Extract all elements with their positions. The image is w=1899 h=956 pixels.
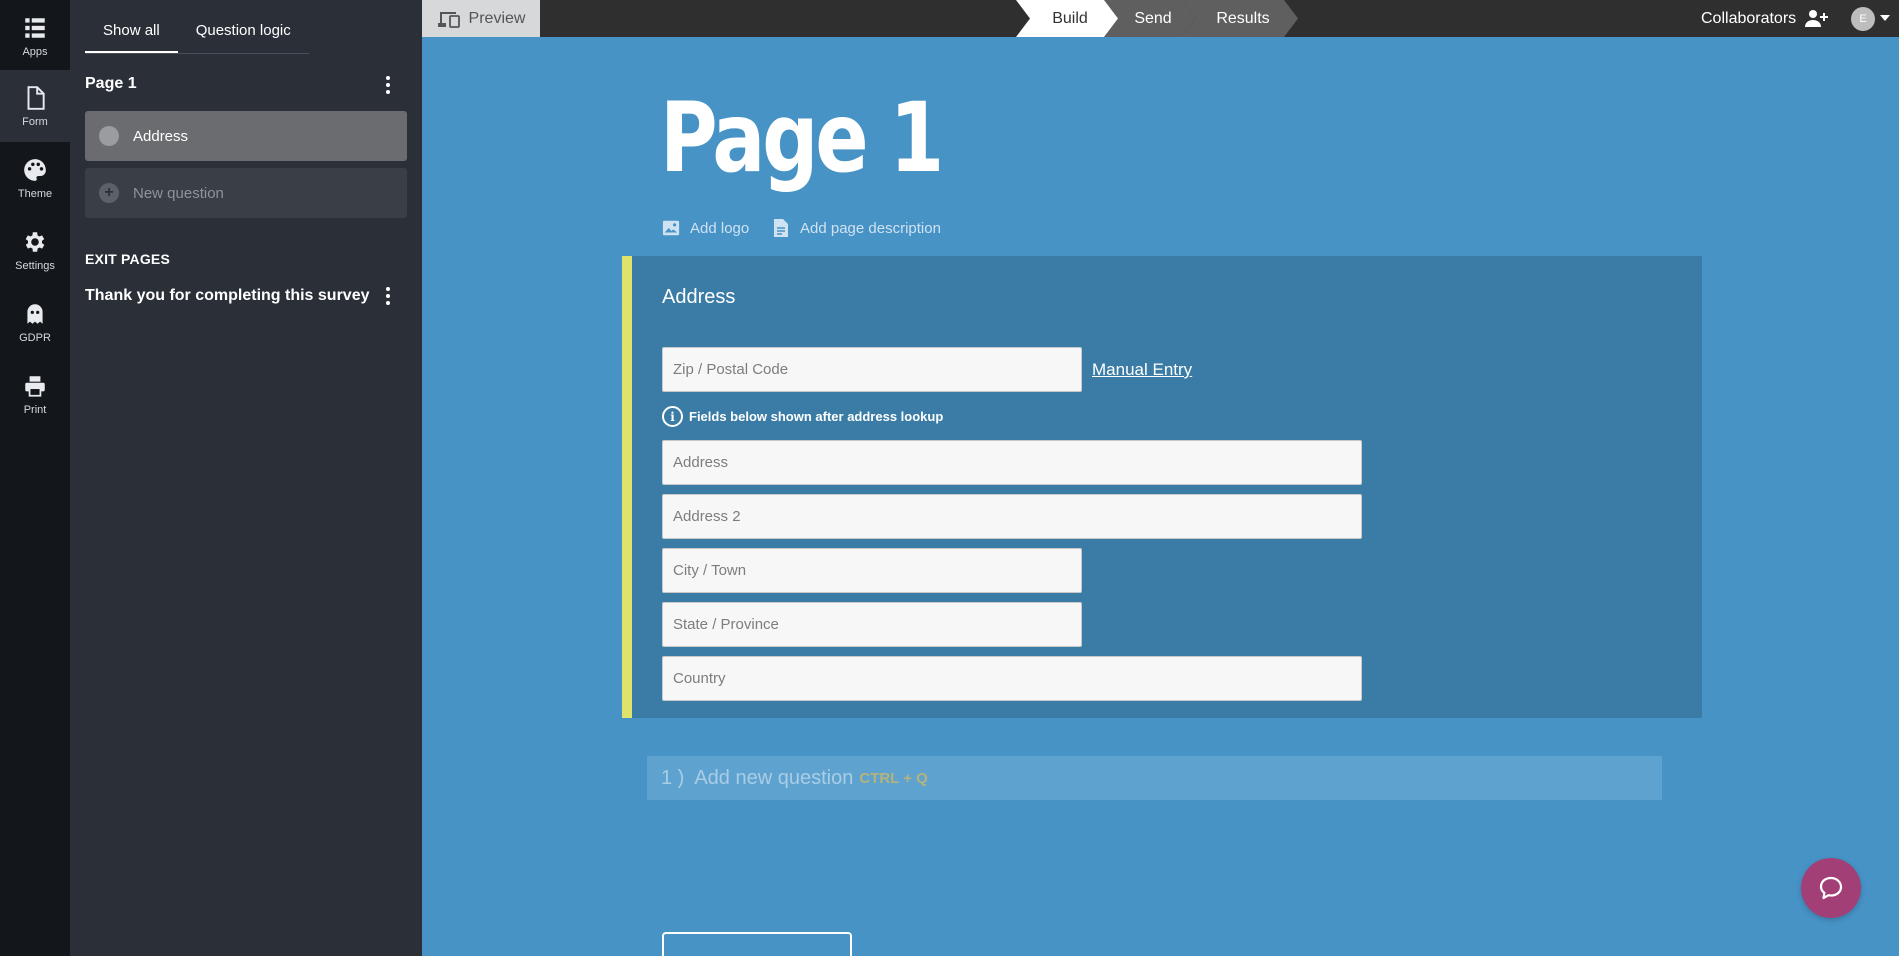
add-new-question-label: Add new question xyxy=(694,766,854,789)
question-card[interactable] xyxy=(622,256,1702,718)
apps-grid-icon xyxy=(25,17,45,38)
new-question-number: 1 ) xyxy=(661,766,685,789)
support-chat-button[interactable] xyxy=(1801,858,1861,918)
zip-field[interactable] xyxy=(662,347,1082,392)
step-results[interactable]: Results xyxy=(1182,0,1298,37)
image-icon xyxy=(662,220,680,236)
rail-apps-label: Apps xyxy=(22,45,48,58)
address2-field[interactable] xyxy=(662,494,1362,539)
collaborators-button[interactable]: Collaborators xyxy=(1701,0,1830,37)
rail-settings-label: Settings xyxy=(15,259,55,272)
add-logo-link[interactable]: Add logo xyxy=(662,218,749,238)
add-logo-label: Add logo xyxy=(690,219,750,237)
chat-bubble-icon xyxy=(1819,876,1843,900)
rail-form-label: Form xyxy=(22,115,48,128)
sidebar-question-label: Address xyxy=(133,127,189,145)
avatar[interactable]: E xyxy=(1851,7,1875,31)
country-field[interactable] xyxy=(662,656,1362,701)
city-field[interactable] xyxy=(662,548,1082,593)
printer-icon xyxy=(25,375,45,397)
lookup-hint: i Fields below shown after address looku… xyxy=(662,406,943,427)
rail-gdpr-label: GDPR xyxy=(19,331,51,344)
manual-entry-link[interactable]: Manual Entry xyxy=(1092,360,1192,380)
tab-show-all[interactable]: Show all xyxy=(85,14,178,53)
exit-page-item[interactable]: Thank you for completing this survey xyxy=(85,287,370,305)
devices-icon xyxy=(437,11,460,28)
question-title[interactable]: Address xyxy=(662,286,735,309)
page-heading[interactable]: Page 1 xyxy=(660,82,944,194)
state-field[interactable] xyxy=(662,602,1082,647)
rail-theme[interactable]: Theme xyxy=(0,142,70,214)
sidebar-question-address[interactable]: Address xyxy=(85,111,407,161)
sidebar-page-title[interactable]: Page 1 xyxy=(85,75,137,93)
collaborators-label: Collaborators xyxy=(1701,9,1797,27)
page-menu-kebab-icon[interactable] xyxy=(378,75,398,95)
top-bar: Preview Results Send Build Collaborators… xyxy=(422,0,1899,37)
tab-question-logic[interactable]: Question logic xyxy=(178,14,309,53)
preview-label: Preview xyxy=(468,9,526,27)
chevron-down-icon[interactable] xyxy=(1880,15,1890,21)
app-rail: Apps Form Theme Settings GDPR Print xyxy=(0,0,70,956)
rail-form[interactable]: Form xyxy=(0,70,70,142)
step-build[interactable]: Build xyxy=(1016,0,1118,37)
rail-print[interactable]: Print xyxy=(0,358,70,430)
document-text-icon xyxy=(774,219,788,237)
add-description-label: Add page description xyxy=(800,219,941,237)
sidebar-panel: Show all Question logic Page 1 Address +… xyxy=(70,0,422,956)
keyboard-shortcut: CTRL + Q xyxy=(859,769,928,787)
ghost-icon xyxy=(27,303,43,324)
rail-apps[interactable]: Apps xyxy=(0,0,70,72)
exit-pages-heading: EXIT PAGES xyxy=(85,251,170,267)
address-field[interactable] xyxy=(662,440,1362,485)
preview-button[interactable]: Preview xyxy=(422,0,540,37)
rail-settings[interactable]: Settings xyxy=(0,214,70,286)
page-action-button[interactable] xyxy=(662,932,852,956)
question-status-dot-icon xyxy=(99,126,119,146)
document-icon xyxy=(27,85,45,110)
plus-icon: + xyxy=(99,183,119,203)
new-question-label: New question xyxy=(133,184,224,202)
exit-page-menu-kebab-icon[interactable] xyxy=(378,286,398,306)
lookup-hint-text: Fields below shown after address lookup xyxy=(689,409,944,424)
palette-icon xyxy=(24,158,46,181)
rail-print-label: Print xyxy=(23,403,47,416)
add-new-question-bar[interactable]: 1 ) Add new question CTRL + Q xyxy=(647,756,1662,800)
sidebar-new-question[interactable]: + New question xyxy=(85,168,407,218)
rail-theme-label: Theme xyxy=(17,187,53,200)
sidebar-tabs: Show all Question logic xyxy=(85,14,309,54)
rail-gdpr[interactable]: GDPR xyxy=(0,286,70,358)
add-page-description-link[interactable]: Add page description xyxy=(772,218,941,238)
add-user-icon xyxy=(1805,9,1829,27)
info-icon: i xyxy=(662,406,683,427)
gear-icon xyxy=(25,231,45,252)
